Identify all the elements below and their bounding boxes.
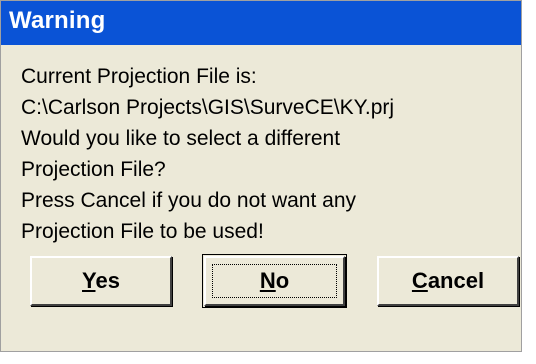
message-line-2: C:\Carlson Projects\GIS\SurveCE\KY.prj: [21, 96, 395, 119]
yes-button-label: Yes: [82, 268, 120, 294]
no-mnemonic: N: [259, 268, 276, 293]
cancel-mnemonic: C: [411, 268, 428, 293]
message-line-4: Projection File?: [21, 158, 166, 181]
message-line-3: Would you like to select a different: [21, 127, 341, 150]
message-line-1: Current Projection File is:: [21, 65, 257, 88]
cancel-button[interactable]: Cancel: [377, 256, 519, 306]
dialog-title: Warning: [9, 7, 106, 34]
yes-mnemonic: Y: [82, 268, 96, 293]
warning-dialog: Warning Current Projection File is: C:\C…: [0, 0, 522, 352]
no-button-label: No: [260, 268, 289, 294]
yes-button[interactable]: Yes: [30, 256, 172, 306]
no-label-rest: o: [275, 268, 290, 293]
no-button[interactable]: No: [204, 256, 345, 306]
dialog-message: Current Projection File is: C:\Carlson P…: [21, 61, 511, 247]
message-line-6: Projection File to be used!: [21, 220, 264, 243]
yes-label-rest: es: [95, 268, 120, 293]
cancel-button-label: Cancel: [412, 268, 484, 294]
cancel-label-rest: ancel: [427, 268, 485, 293]
message-line-5: Press Cancel if you do not want any: [21, 189, 357, 212]
dialog-titlebar[interactable]: Warning: [1, 1, 521, 45]
